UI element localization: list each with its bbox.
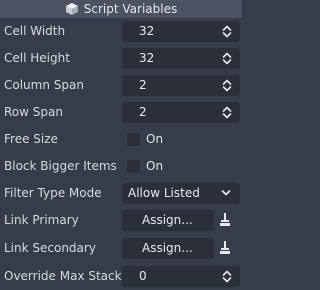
checkbox-box[interactable]	[127, 133, 140, 146]
override-max-stack-spinbox[interactable]: 0	[122, 266, 240, 287]
property-row-cell-width: Cell Width 32	[0, 19, 242, 44]
link-secondary-assign-button[interactable]: Assign...	[122, 238, 214, 259]
property-label: Override Max Stack	[4, 269, 122, 283]
property-row-filter-type-mode: Filter Type Mode Allow Listed	[0, 181, 242, 206]
inspector-panel: Script Variables Cell Width 32 Cell Heig…	[0, 0, 242, 290]
filter-type-mode-dropdown[interactable]: Allow Listed	[122, 183, 240, 204]
property-label: Cell Height	[4, 51, 70, 65]
spinbox-value: 32	[139, 51, 155, 65]
section-title: Script Variables	[83, 2, 178, 16]
property-row-free-size: Free Size On	[0, 127, 242, 152]
spin-arrows-icon[interactable]	[222, 106, 232, 119]
checkbox-box[interactable]	[127, 160, 140, 173]
spinbox-value: 2	[139, 78, 147, 92]
property-row-override-max-stack: Override Max Stack 0	[0, 264, 242, 289]
clear-brush-icon[interactable]	[218, 212, 232, 227]
cell-height-spinbox[interactable]: 32	[122, 48, 240, 69]
property-row-block-bigger-items: Block Bigger Items On	[0, 154, 242, 179]
property-row-column-span: Column Span 2	[0, 73, 242, 98]
spin-arrows-icon[interactable]	[222, 79, 232, 92]
chevron-down-icon	[221, 190, 231, 196]
checkbox-label: On	[146, 132, 164, 146]
spin-arrows-icon[interactable]	[222, 52, 232, 65]
property-label: Filter Type Mode	[4, 186, 102, 200]
property-label: Link Secondary	[4, 241, 96, 255]
property-row-cell-height: Cell Height 32	[0, 46, 242, 71]
row-span-spinbox[interactable]: 2	[122, 102, 240, 123]
spinbox-value: 32	[139, 24, 155, 38]
column-span-spinbox[interactable]: 2	[122, 75, 240, 96]
assign-label: Assign...	[142, 241, 193, 255]
script-cube-icon	[65, 3, 78, 15]
link-primary-assign-button[interactable]: Assign...	[122, 210, 214, 231]
property-row-link-secondary: Link Secondary Assign...	[0, 236, 242, 261]
section-header[interactable]: Script Variables	[0, 0, 242, 18]
spin-arrows-icon[interactable]	[222, 270, 232, 283]
spinbox-value: 2	[139, 105, 147, 119]
property-label: Block Bigger Items	[4, 159, 117, 173]
property-label: Cell Width	[4, 24, 66, 38]
clear-brush-icon[interactable]	[218, 240, 232, 255]
property-label: Column Span	[4, 78, 84, 92]
cell-width-spinbox[interactable]: 32	[122, 21, 240, 42]
spinbox-value: 0	[139, 269, 147, 283]
assign-label: Assign...	[142, 213, 193, 227]
property-label: Row Span	[4, 105, 63, 119]
property-row-link-primary: Link Primary Assign...	[0, 208, 242, 233]
property-label: Link Primary	[4, 213, 79, 227]
property-label: Free Size	[4, 132, 58, 146]
property-row-row-span: Row Span 2	[0, 100, 242, 125]
spin-arrows-icon[interactable]	[222, 25, 232, 38]
checkbox-label: On	[146, 159, 164, 173]
dropdown-value: Allow Listed	[128, 186, 200, 200]
